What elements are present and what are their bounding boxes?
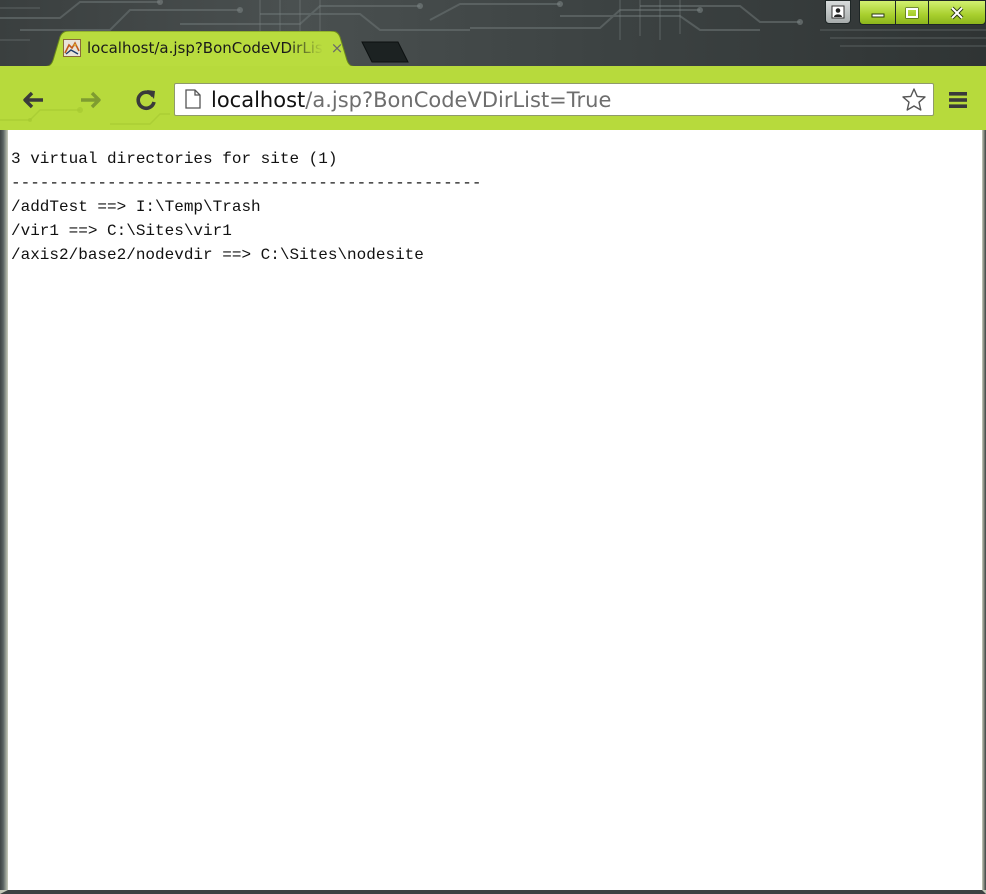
window-controls xyxy=(825,0,986,28)
listing-line: /addTest ==> I:\Temp\Trash xyxy=(11,198,261,216)
listing-heading: 3 virtual directories for site (1) xyxy=(11,150,338,168)
forward-arrow-icon xyxy=(81,91,101,109)
minimize-icon xyxy=(871,13,884,17)
new-tab-button[interactable] xyxy=(354,40,410,64)
maximize-icon xyxy=(905,7,919,18)
tab-active[interactable]: localhost/a.jsp?BonCodeVDirList=True × xyxy=(40,31,370,67)
url-text: localhost/a.jsp?BonCodeVDirList=True xyxy=(211,88,611,112)
reload-button[interactable] xyxy=(128,84,164,116)
browser-window: localhost/a.jsp?BonCodeVDirList=True × xyxy=(0,0,986,894)
url-path: /a.jsp?BonCodeVDirList=True xyxy=(305,88,612,112)
reload-icon xyxy=(136,90,156,110)
url-host: localhost xyxy=(211,88,306,112)
toolbar: localhost/a.jsp?BonCodeVDirList=True xyxy=(0,66,986,130)
user-profile-icon xyxy=(831,5,845,19)
tab-close-button[interactable]: × xyxy=(328,39,346,57)
minimize-button[interactable] xyxy=(859,0,895,25)
listing-separator: ----------------------------------------… xyxy=(11,174,482,192)
back-arrow-icon xyxy=(23,91,43,109)
close-icon xyxy=(950,6,964,19)
menu-button[interactable] xyxy=(944,88,972,112)
page-icon xyxy=(185,89,201,109)
directory-listing: 3 virtual directories for site (1) -----… xyxy=(11,147,481,267)
title-bar: localhost/a.jsp?BonCodeVDirList=True × xyxy=(0,0,986,72)
tab-title: localhost/a.jsp?BonCodeVDirList=True xyxy=(87,40,323,57)
profile-button[interactable] xyxy=(825,0,851,24)
star-icon[interactable] xyxy=(901,87,927,113)
page-content: 3 virtual directories for site (1) -----… xyxy=(0,130,986,894)
forward-button[interactable] xyxy=(74,86,108,114)
tomcat-logo-icon xyxy=(63,39,81,57)
back-button[interactable] xyxy=(16,86,50,114)
address-bar[interactable]: localhost/a.jsp?BonCodeVDirList=True xyxy=(174,83,934,116)
close-window-button[interactable] xyxy=(928,0,986,25)
listing-line: /vir1 ==> C:\Sites\vir1 xyxy=(11,222,232,240)
hamburger-menu-icon xyxy=(949,92,967,108)
listing-line: /axis2/base2/nodevdir ==> C:\Sites\nodes… xyxy=(11,246,424,264)
maximize-button[interactable] xyxy=(895,0,928,25)
